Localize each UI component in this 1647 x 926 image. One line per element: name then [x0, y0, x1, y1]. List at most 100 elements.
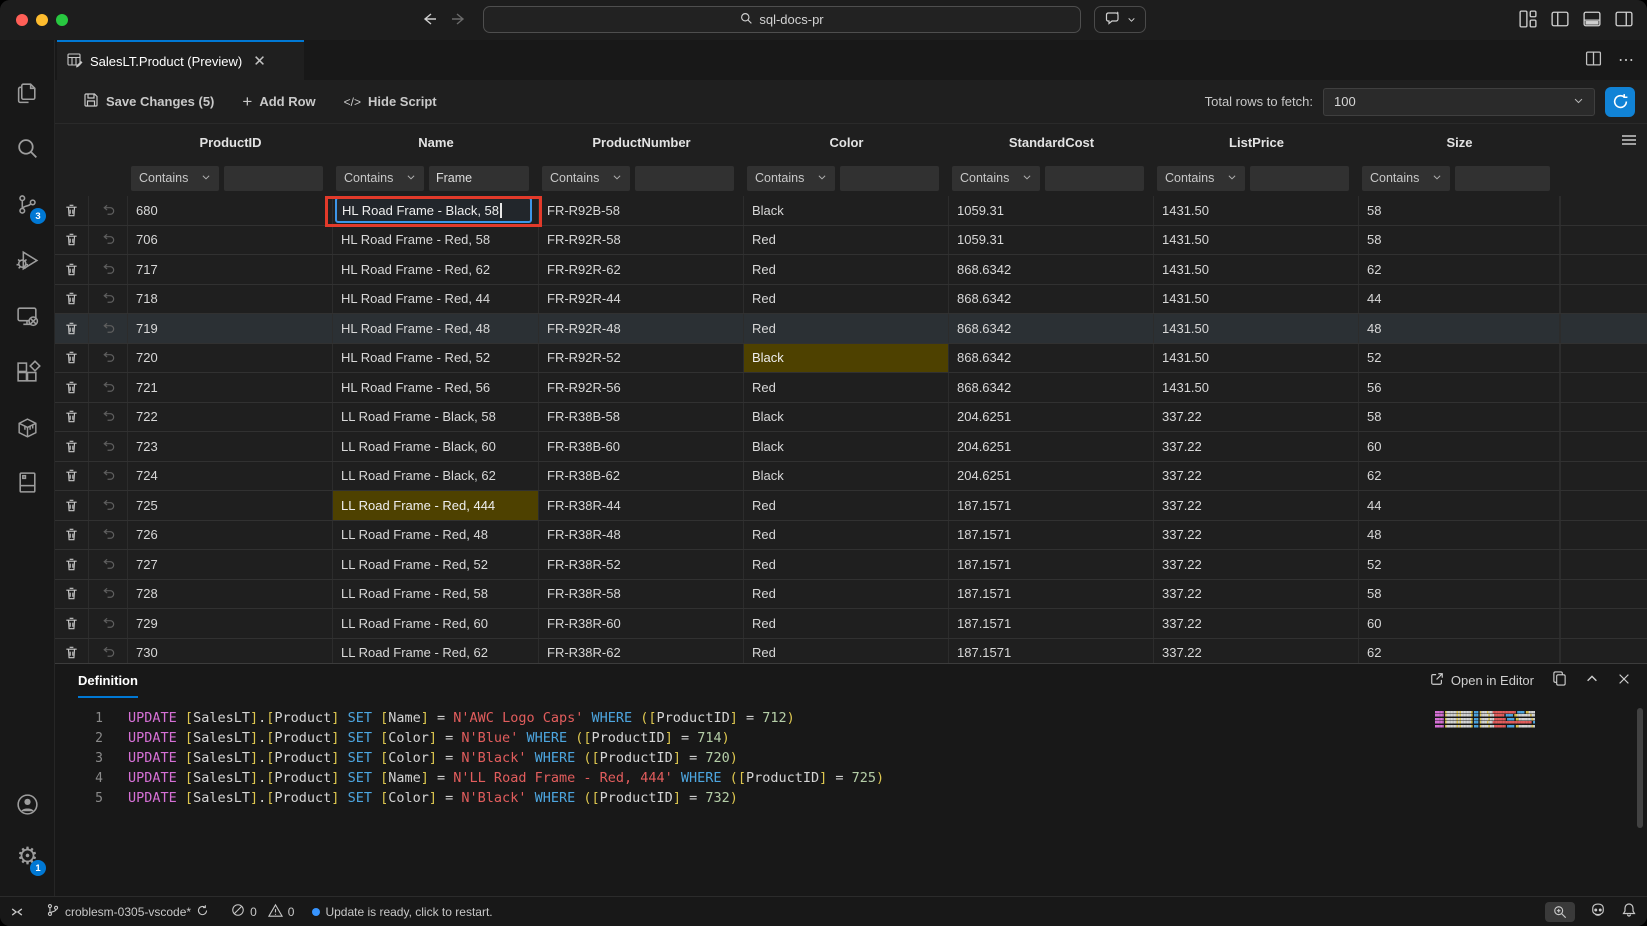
search-icon[interactable] — [0, 124, 55, 172]
table-row[interactable]: 727LL Road Frame - Red, 52FR-R38R-52Red1… — [55, 550, 1647, 580]
more-actions-icon[interactable]: ⋯ — [1618, 50, 1635, 70]
extensions-icon[interactable] — [0, 348, 55, 396]
cell-cost[interactable]: 1059.31 — [949, 226, 1154, 255]
revert-row-button[interactable] — [89, 403, 128, 432]
cell-name[interactable]: LL Road Frame - Black, 58 — [333, 403, 539, 432]
panel-scrollbar[interactable] — [1637, 708, 1643, 828]
cell-number[interactable]: FR-R92R-44 — [539, 285, 744, 314]
cell-color[interactable]: Red — [744, 521, 949, 550]
cell-color[interactable]: Red — [744, 639, 949, 664]
cell-cost[interactable]: 1059.31 — [949, 196, 1154, 225]
cell-id[interactable]: 727 — [128, 550, 333, 579]
cell-size[interactable]: 58 — [1359, 226, 1560, 255]
cell-name[interactable]: HL Road Frame - Red, 62 — [333, 255, 539, 284]
cell-id[interactable]: 729 — [128, 609, 333, 638]
minimize-window-button[interactable] — [36, 14, 48, 26]
table-row[interactable]: 720HL Road Frame - Red, 52FR-R92R-52Blac… — [55, 344, 1647, 374]
cell-id[interactable]: 723 — [128, 432, 333, 461]
revert-row-button[interactable] — [89, 344, 128, 373]
cell-cost[interactable]: 204.6251 — [949, 462, 1154, 491]
cell-size[interactable]: 62 — [1359, 639, 1560, 664]
table-row[interactable]: 724LL Road Frame - Black, 62FR-R38B-62Bl… — [55, 462, 1647, 492]
cell-price[interactable]: 1431.50 — [1154, 285, 1359, 314]
delete-row-button[interactable] — [55, 491, 89, 520]
filter-operator-name[interactable]: Contains — [336, 166, 424, 191]
cell-number[interactable]: FR-R92R-62 — [539, 255, 744, 284]
cell-price[interactable]: 337.22 — [1154, 403, 1359, 432]
cell-cost[interactable]: 187.1571 — [949, 550, 1154, 579]
cell-cost[interactable]: 187.1571 — [949, 609, 1154, 638]
cell-price[interactable]: 1431.50 — [1154, 196, 1359, 225]
tab-close-icon[interactable]: ✕ — [253, 54, 266, 69]
cell-id[interactable]: 726 — [128, 521, 333, 550]
revert-row-button[interactable] — [89, 226, 128, 255]
filter-input-color[interactable] — [840, 166, 939, 191]
cell-size[interactable]: 62 — [1359, 255, 1560, 284]
cell-number[interactable]: FR-R92R-52 — [539, 344, 744, 373]
cell-number[interactable]: FR-R38R-62 — [539, 639, 744, 664]
cell-number[interactable]: FR-R38R-52 — [539, 550, 744, 579]
table-row[interactable]: 680HL Road Frame - Black, 58FR-R92B-58Bl… — [55, 196, 1647, 226]
cell-color[interactable]: Red — [744, 255, 949, 284]
cell-size[interactable]: 58 — [1359, 196, 1560, 225]
accounts-icon[interactable] — [0, 780, 55, 828]
containers-icon[interactable] — [0, 404, 55, 452]
cell-id[interactable]: 706 — [128, 226, 333, 255]
cell-price[interactable]: 337.22 — [1154, 462, 1359, 491]
cell-number[interactable]: FR-R38B-58 — [539, 403, 744, 432]
cell-number[interactable]: FR-R92R-48 — [539, 314, 744, 343]
close-panel-icon[interactable] — [1617, 672, 1631, 689]
revert-row-button[interactable] — [89, 255, 128, 284]
cell-editor-input[interactable]: HL Road Frame - Black, 58 — [335, 197, 532, 223]
cell-number[interactable]: FR-R38R-58 — [539, 580, 744, 609]
branch-status[interactable]: croblesm-0305-vscode* — [46, 903, 209, 920]
cell-cost[interactable]: 204.6251 — [949, 432, 1154, 461]
table-row[interactable]: 725LL Road Frame - Red, 444FR-R38R-44Red… — [55, 491, 1647, 521]
back-arrow-icon[interactable] — [418, 8, 440, 30]
revert-row-button[interactable] — [89, 373, 128, 402]
cell-size[interactable]: 44 — [1359, 285, 1560, 314]
revert-row-button[interactable] — [89, 491, 128, 520]
maximize-window-button[interactable] — [56, 14, 68, 26]
table-row[interactable]: 728LL Road Frame - Red, 58FR-R38R-58Red1… — [55, 580, 1647, 610]
zoom-indicator[interactable] — [1545, 902, 1575, 922]
tab-definition[interactable]: Definition — [78, 673, 138, 698]
cell-color[interactable]: Black — [744, 403, 949, 432]
filter-input-name[interactable] — [429, 166, 529, 191]
save-changes-button[interactable]: Save Changes (5) — [83, 92, 214, 111]
revert-row-button[interactable] — [89, 550, 128, 579]
delete-row-button[interactable] — [55, 550, 89, 579]
refresh-button[interactable] — [1605, 87, 1635, 117]
cell-size[interactable]: 62 — [1359, 462, 1560, 491]
table-row[interactable]: 722LL Road Frame - Black, 58FR-R38B-58Bl… — [55, 403, 1647, 433]
run-and-debug-icon[interactable] — [0, 236, 55, 284]
cell-number[interactable]: FR-R38B-62 — [539, 462, 744, 491]
table-row[interactable]: 706HL Road Frame - Red, 58FR-R92R-58Red1… — [55, 226, 1647, 256]
table-row[interactable]: 726LL Road Frame - Red, 48FR-R38R-48Red1… — [55, 521, 1647, 551]
cell-id[interactable]: 728 — [128, 580, 333, 609]
cell-name[interactable]: LL Road Frame - Black, 60 — [333, 432, 539, 461]
command-center-search[interactable]: sql-docs-pr — [483, 6, 1081, 33]
column-header-cost[interactable]: StandardCost — [949, 124, 1154, 160]
filter-input-size[interactable] — [1455, 166, 1550, 191]
cell-price[interactable]: 337.22 — [1154, 432, 1359, 461]
cell-color[interactable]: Red — [744, 226, 949, 255]
delete-row-button[interactable] — [55, 639, 89, 664]
source-control-icon[interactable]: 3 — [0, 180, 55, 228]
cell-price[interactable]: 337.22 — [1154, 609, 1359, 638]
revert-row-button[interactable] — [89, 196, 128, 225]
cell-name[interactable]: LL Road Frame - Red, 52 — [333, 550, 539, 579]
cell-size[interactable]: 52 — [1359, 344, 1560, 373]
cell-price[interactable]: 337.22 — [1154, 580, 1359, 609]
cell-color[interactable]: Black — [744, 344, 949, 373]
tab-saleslt-product[interactable]: SalesLT.Product (Preview) ✕ — [57, 40, 304, 80]
cell-number[interactable]: FR-R38R-44 — [539, 491, 744, 520]
cell-size[interactable]: 44 — [1359, 491, 1560, 520]
cell-size[interactable]: 52 — [1359, 550, 1560, 579]
add-row-button[interactable]: + Add Row — [242, 92, 315, 112]
close-window-button[interactable] — [16, 14, 28, 26]
minimap[interactable]: ██████ ███████████████████ ███ █████████… — [1435, 711, 1535, 728]
cell-price[interactable]: 1431.50 — [1154, 226, 1359, 255]
delete-row-button[interactable] — [55, 462, 89, 491]
hide-script-button[interactable]: </> Hide Script — [344, 94, 437, 109]
